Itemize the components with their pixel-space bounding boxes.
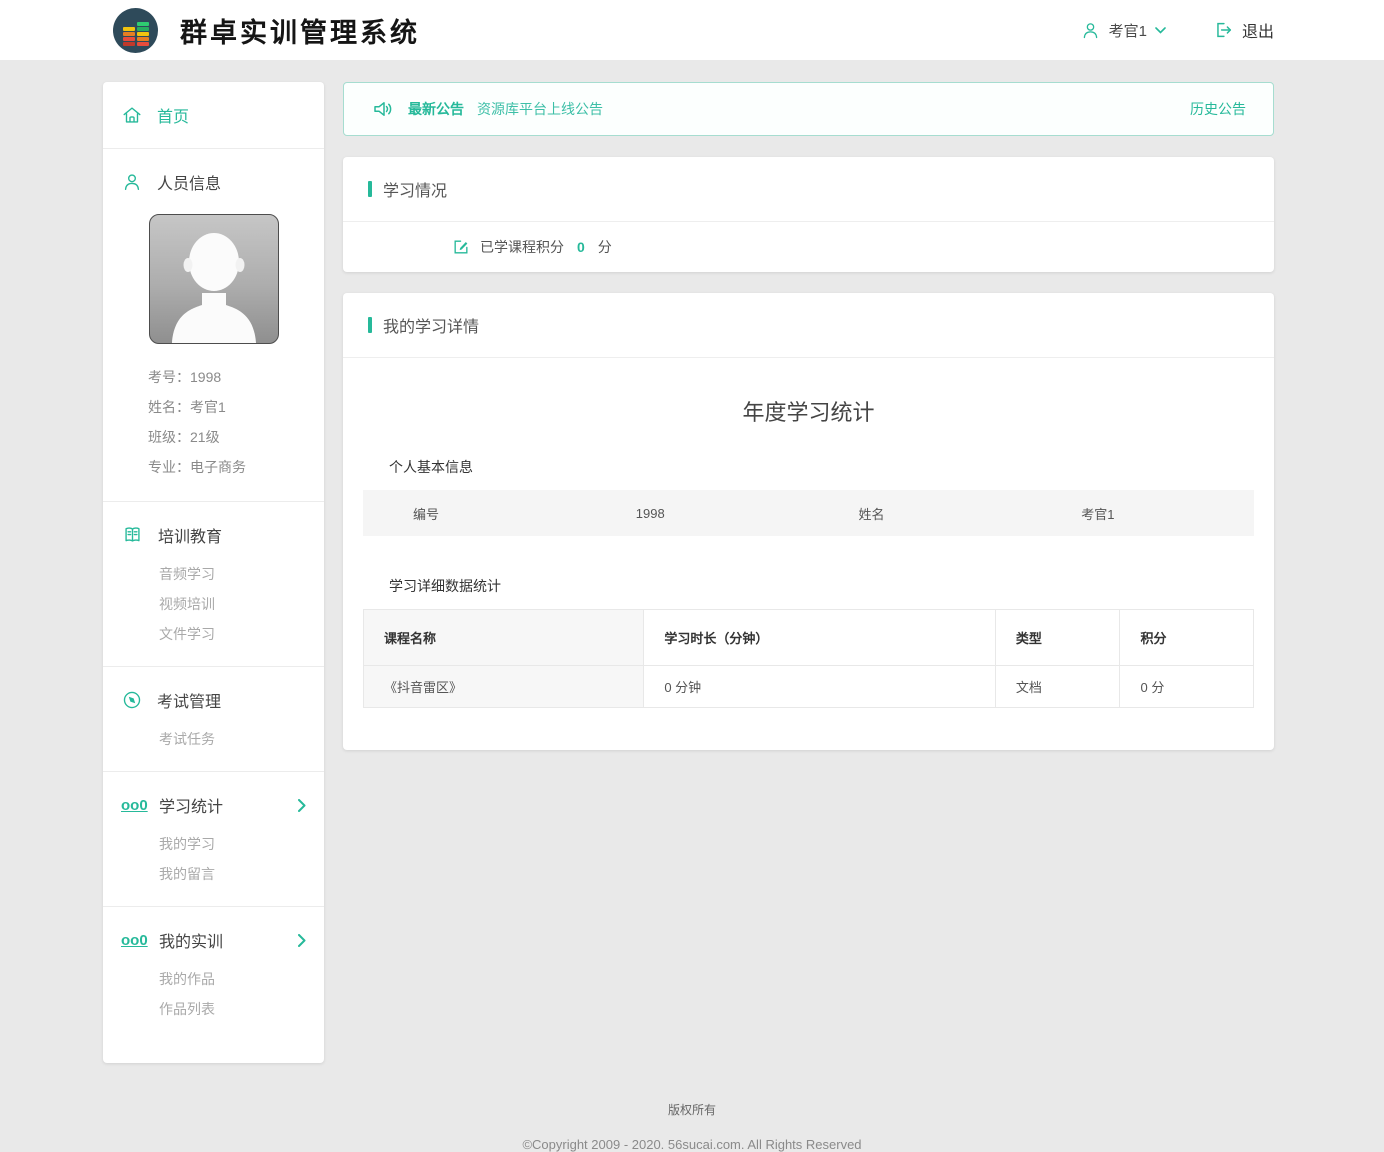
app-logo-icon bbox=[113, 8, 158, 53]
book-icon bbox=[121, 524, 144, 546]
sidebar-item-my-practice[interactable]: oo0 我的实训 bbox=[121, 922, 306, 958]
chevron-right-icon bbox=[298, 934, 306, 947]
logout-label: 退出 bbox=[1242, 18, 1274, 42]
profile-field: 班级：21级 bbox=[148, 422, 306, 452]
accent-bar bbox=[368, 317, 372, 333]
avatar bbox=[149, 214, 279, 344]
logout-button[interactable]: 退出 bbox=[1212, 18, 1274, 42]
app-title: 群卓实训管理系统 bbox=[180, 11, 420, 50]
sidebar-subitem-my-messages[interactable]: 我的留言 bbox=[159, 859, 306, 889]
announcement-label: 最新公告 bbox=[408, 99, 464, 119]
compass-icon bbox=[121, 689, 143, 711]
person-icon bbox=[121, 171, 143, 193]
announcement-bar: 最新公告 资源库平台上线公告 历史公告 bbox=[343, 82, 1274, 136]
stats-col-header: 学习时长（分钟） bbox=[644, 610, 996, 666]
basic-info-row: 编号 1998 姓名 考官1 bbox=[363, 490, 1254, 536]
study-detail-header: 我的学习详情 bbox=[343, 293, 1274, 358]
stats-col-header: 课程名称 bbox=[364, 610, 644, 666]
sidebar-item-label: 首页 bbox=[157, 103, 189, 127]
score-unit: 分 bbox=[598, 237, 612, 257]
sidebar-subitem-my-works[interactable]: 我的作品 bbox=[159, 964, 306, 994]
basic-info-cell: 姓名 bbox=[809, 504, 1032, 523]
sidebar-subitem-works-list[interactable]: 作品列表 bbox=[159, 994, 306, 1024]
user-name: 考官1 bbox=[1109, 20, 1147, 41]
sidebar-item-label: 学习统计 bbox=[159, 793, 223, 817]
announcement-message-link[interactable]: 资源库平台上线公告 bbox=[477, 99, 603, 119]
edit-icon bbox=[451, 237, 471, 257]
score-value: 0 bbox=[573, 239, 589, 255]
main-content: 最新公告 资源库平台上线公告 历史公告 学习情况 已学课程积分 0 分 bbox=[343, 82, 1274, 750]
table-row: 《抖音雷区》 0 分钟 文档 0 分 bbox=[364, 666, 1254, 708]
sidebar-item-label: 考试管理 bbox=[157, 688, 221, 712]
basic-info-cell: 考官1 bbox=[1031, 504, 1254, 523]
sidebar-item-exam[interactable]: 考试管理 bbox=[121, 682, 306, 718]
stats-cell-score: 0 分 bbox=[1120, 666, 1254, 708]
profile-field: 姓名：考官1 bbox=[148, 392, 306, 422]
sidebar-item-study-stats[interactable]: oo0 学习统计 bbox=[121, 787, 306, 823]
study-status-card: 学习情况 已学课程积分 0 分 bbox=[343, 157, 1274, 272]
study-detail-card: 我的学习详情 年度学习统计 个人基本信息 编号 1998 姓名 考官1 学习详细… bbox=[343, 293, 1274, 750]
sidebar: 首页 人员信息 bbox=[103, 82, 324, 1063]
study-status-header: 学习情况 bbox=[343, 157, 1274, 222]
page-footer: 版权所有 ©Copyright 2009 - 2020. 56sucai.com… bbox=[0, 1063, 1384, 1152]
stats-heading: 学习详细数据统计 bbox=[389, 576, 1254, 596]
profile-fields: 考号：1998 姓名：考官1 班级：21级 专业：电子商务 bbox=[121, 356, 306, 486]
home-icon bbox=[121, 104, 143, 126]
bar-chart-icon: oo0 bbox=[121, 798, 145, 813]
sidebar-item-label: 人员信息 bbox=[157, 170, 221, 194]
stats-table-header-row: 课程名称 学习时长（分钟） 类型 积分 bbox=[364, 610, 1254, 666]
announcement-history-link[interactable]: 历史公告 bbox=[1190, 99, 1246, 119]
sidebar-item-home[interactable]: 首页 bbox=[121, 97, 306, 133]
user-menu[interactable]: 考官1 bbox=[1080, 20, 1166, 41]
stats-cell-course: 《抖音雷区》 bbox=[364, 666, 644, 708]
speaker-icon bbox=[371, 97, 395, 121]
profile-field: 专业：电子商务 bbox=[148, 452, 306, 482]
stats-cell-type: 文档 bbox=[995, 666, 1120, 708]
basic-info-heading: 个人基本信息 bbox=[389, 457, 1254, 477]
chevron-right-icon bbox=[298, 799, 306, 812]
stats-cell-duration: 0 分钟 bbox=[644, 666, 996, 708]
profile-field: 考号：1998 bbox=[148, 362, 306, 392]
sidebar-subitem-exam-tasks[interactable]: 考试任务 bbox=[159, 724, 306, 754]
sidebar-item-label: 培训教育 bbox=[158, 523, 222, 547]
accent-bar bbox=[368, 181, 372, 197]
copyright-line1: 版权所有 bbox=[0, 1101, 1384, 1118]
bar-chart-icon: oo0 bbox=[121, 933, 145, 948]
sidebar-item-profile[interactable]: 人员信息 bbox=[121, 164, 306, 200]
top-header: 群卓实训管理系统 考官1 bbox=[0, 0, 1384, 60]
study-status-title: 学习情况 bbox=[383, 177, 447, 201]
sidebar-item-training[interactable]: 培训教育 bbox=[121, 517, 306, 553]
sidebar-subitem-my-study[interactable]: 我的学习 bbox=[159, 829, 306, 859]
study-detail-title: 我的学习详情 bbox=[383, 313, 479, 337]
sidebar-subitem-file-study[interactable]: 文件学习 bbox=[159, 619, 306, 649]
report-title: 年度学习统计 bbox=[363, 358, 1254, 457]
sidebar-item-label: 我的实训 bbox=[159, 928, 223, 952]
score-label: 已学课程积分 bbox=[480, 237, 564, 257]
sidebar-subitem-audio-study[interactable]: 音频学习 bbox=[159, 559, 306, 589]
chevron-down-icon bbox=[1155, 27, 1166, 34]
user-icon bbox=[1080, 20, 1101, 41]
basic-info-cell: 编号 bbox=[363, 504, 586, 523]
logout-icon bbox=[1212, 19, 1234, 41]
sidebar-subitem-video-training[interactable]: 视频培训 bbox=[159, 589, 306, 619]
stats-col-header: 积分 bbox=[1120, 610, 1254, 666]
score-row: 已学课程积分 0 分 bbox=[343, 222, 1274, 272]
stats-table: 课程名称 学习时长（分钟） 类型 积分 《抖音雷区》 0 分钟 文档 0 分 bbox=[363, 609, 1254, 708]
stats-col-header: 类型 bbox=[995, 610, 1120, 666]
basic-info-cell: 1998 bbox=[586, 506, 809, 521]
copyright-line2: ©Copyright 2009 - 2020. 56sucai.com. All… bbox=[0, 1137, 1384, 1152]
